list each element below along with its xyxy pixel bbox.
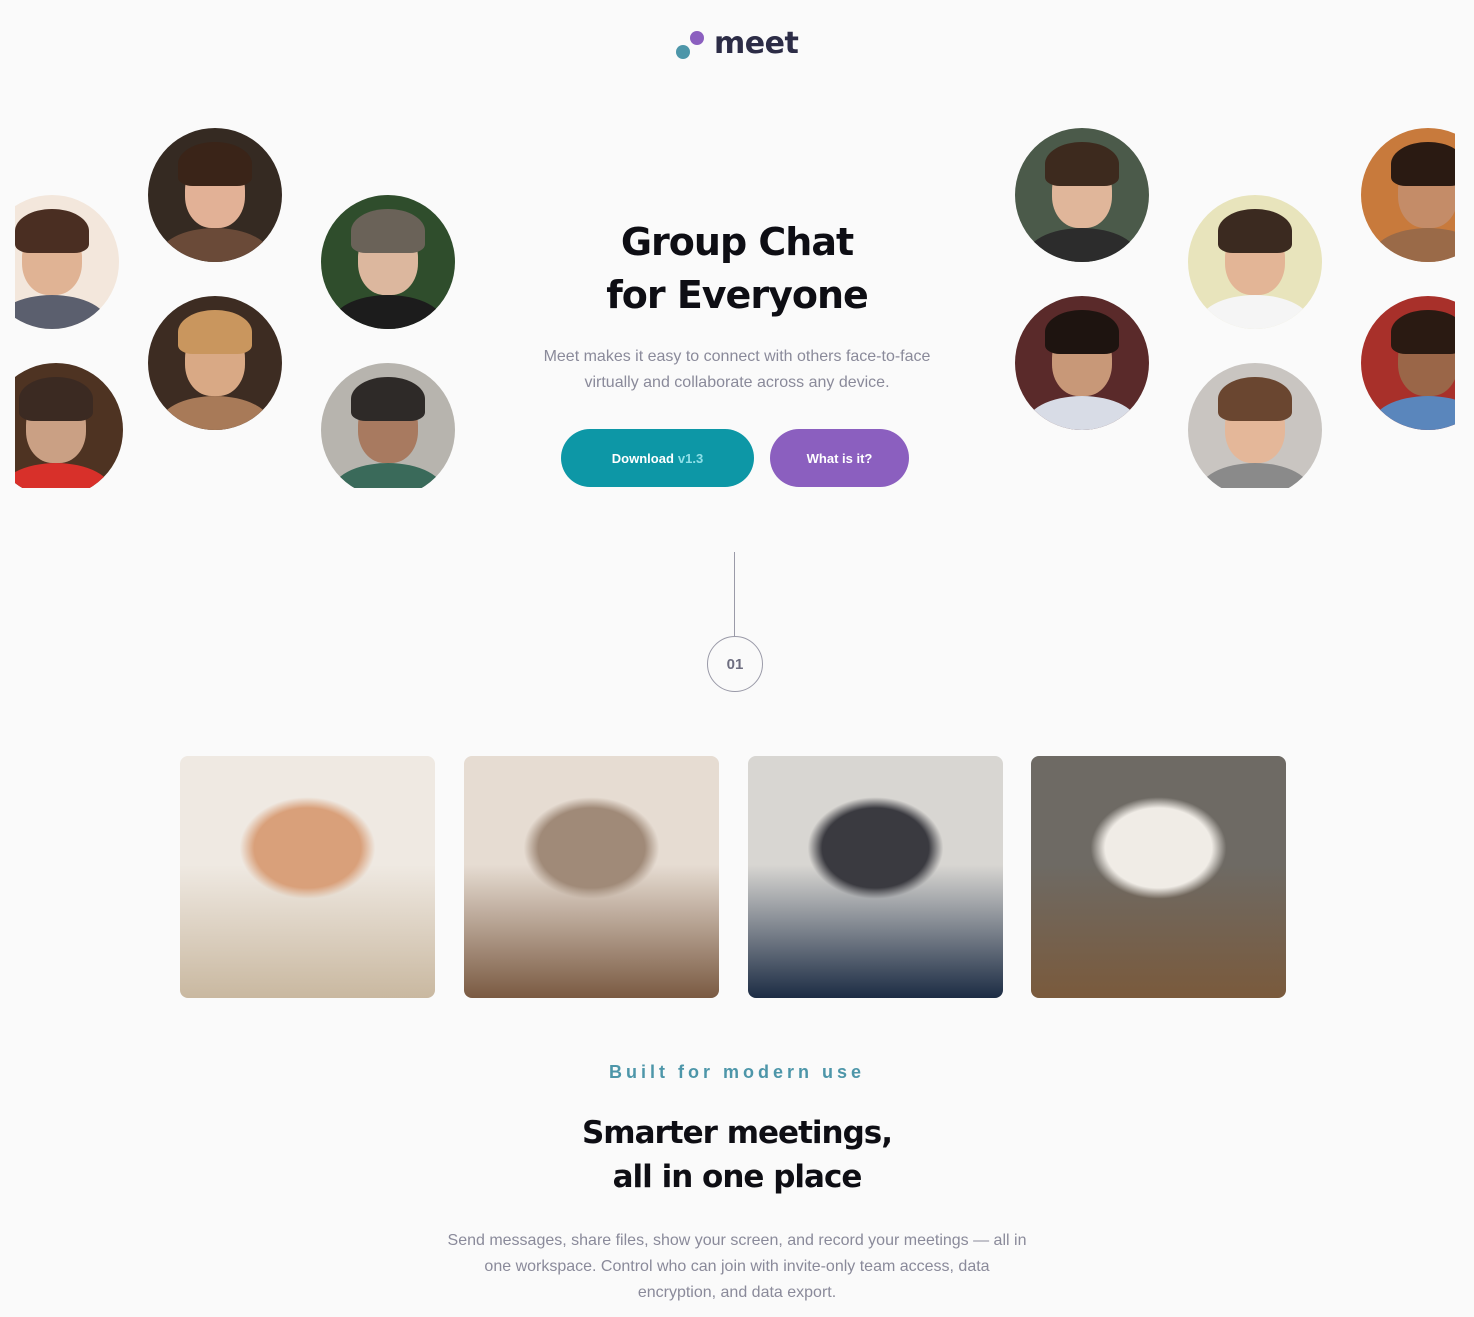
- avatar: [321, 363, 455, 488]
- step-connector-line: [734, 552, 735, 637]
- avatar-shoulders: [1025, 396, 1139, 430]
- avatar-hair: [351, 209, 425, 253]
- brand-logo[interactable]: meet: [674, 26, 804, 66]
- section-title-line1: Smarter meetings,: [581, 1115, 893, 1151]
- avatar: [321, 195, 455, 329]
- avatar: [1015, 128, 1149, 262]
- avatar-hair: [1218, 377, 1292, 421]
- what-is-it-button[interactable]: What is it?: [770, 429, 909, 487]
- photo-tile: [748, 756, 1003, 998]
- avatar-shoulders: [1371, 228, 1455, 262]
- avatar-hair: [1391, 142, 1455, 186]
- avatar: [15, 363, 123, 488]
- photo-tile: [464, 756, 719, 998]
- section-title-line2: all in one place: [612, 1159, 863, 1195]
- photo-tile: [1031, 756, 1286, 998]
- landing-page: meet Group Chat for Everyone Meet makes …: [0, 0, 1474, 1317]
- avatar-shoulders: [331, 463, 445, 488]
- hero-title-line2: for Everyone: [606, 273, 869, 317]
- avatar: [1188, 195, 1322, 329]
- avatar-shoulders: [1371, 396, 1455, 430]
- avatar-hair: [1045, 310, 1119, 354]
- avatar: [148, 296, 282, 430]
- avatar: [1015, 296, 1149, 430]
- download-label: Download: [611, 450, 674, 466]
- avatar-hair: [178, 142, 252, 186]
- avatar-hair: [15, 209, 89, 253]
- photo-tile: [180, 756, 435, 998]
- avatar: [1361, 296, 1455, 430]
- section-eyebrow: Built for modern use: [608, 1062, 865, 1082]
- avatar: [1361, 128, 1455, 262]
- avatar-shoulders: [158, 228, 272, 262]
- avatar-hair: [351, 377, 425, 421]
- hero-title: Group Chat for Everyone: [487, 216, 987, 322]
- avatar-shoulders: [1198, 295, 1312, 329]
- hero-description: Meet makes it easy to connect with other…: [543, 348, 931, 391]
- avatar-shoulders: [1025, 228, 1139, 262]
- logo-purple-dot: [690, 31, 704, 45]
- avatar-hair: [1045, 142, 1119, 186]
- section-description: Send messages, share files, show your sc…: [447, 1232, 1027, 1301]
- avatar: [15, 195, 119, 329]
- logo-wordmark: meet: [714, 26, 799, 61]
- avatar-hair: [19, 377, 93, 421]
- avatar-hair: [1391, 310, 1455, 354]
- what-is-it-label: What is it?: [806, 450, 873, 466]
- avatar-shoulders: [15, 463, 113, 488]
- avatar-shoulders: [331, 295, 445, 329]
- avatar-shoulders: [1198, 463, 1312, 488]
- avatar-hair: [1218, 209, 1292, 253]
- hero-title-line1: Group Chat: [620, 220, 854, 264]
- avatar: [148, 128, 282, 262]
- avatar-shoulders: [158, 396, 272, 430]
- step-number-badge: 01: [707, 636, 763, 692]
- section-title: Smarter meetings, all in one place: [487, 1111, 987, 1199]
- step-number: 01: [726, 655, 744, 673]
- download-version: v1.3: [677, 450, 704, 466]
- avatar-shoulders: [15, 295, 109, 329]
- logo-teal-dot: [676, 45, 690, 59]
- avatar-hair: [178, 310, 252, 354]
- avatar: [1188, 363, 1322, 488]
- download-button[interactable]: Download v1.3: [561, 429, 754, 487]
